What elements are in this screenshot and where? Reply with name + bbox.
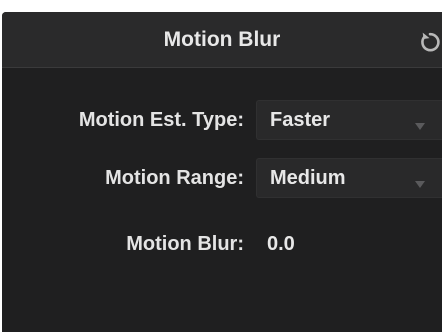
motion-range-label: Motion Range: bbox=[105, 167, 244, 189]
motion-blur-label: Motion Blur: bbox=[126, 233, 244, 255]
chevron-down-icon bbox=[415, 117, 425, 130]
motion-blur-row: Motion Blur: 0.0 bbox=[2, 224, 442, 264]
motion-est-type-select[interactable]: Faster bbox=[256, 100, 442, 140]
motion-range-row: Motion Range: Medium bbox=[2, 158, 442, 198]
motion-range-select[interactable]: Medium bbox=[256, 158, 442, 198]
panel-title: Motion Blur bbox=[163, 28, 281, 51]
motion-range-value: Medium bbox=[270, 167, 346, 189]
panel-header: Motion Blur bbox=[2, 12, 442, 68]
motion-blur-panel: Motion Blur Motion Est. Type: Faster Mot… bbox=[2, 12, 442, 332]
motion-blur-value[interactable]: 0.0 bbox=[267, 224, 295, 264]
reset-icon[interactable] bbox=[418, 30, 442, 54]
motion-est-type-label: Motion Est. Type: bbox=[78, 109, 244, 131]
motion-est-type-value: Faster bbox=[270, 109, 331, 131]
chevron-down-icon bbox=[415, 175, 425, 188]
motion-est-type-row: Motion Est. Type: Faster bbox=[2, 100, 442, 140]
